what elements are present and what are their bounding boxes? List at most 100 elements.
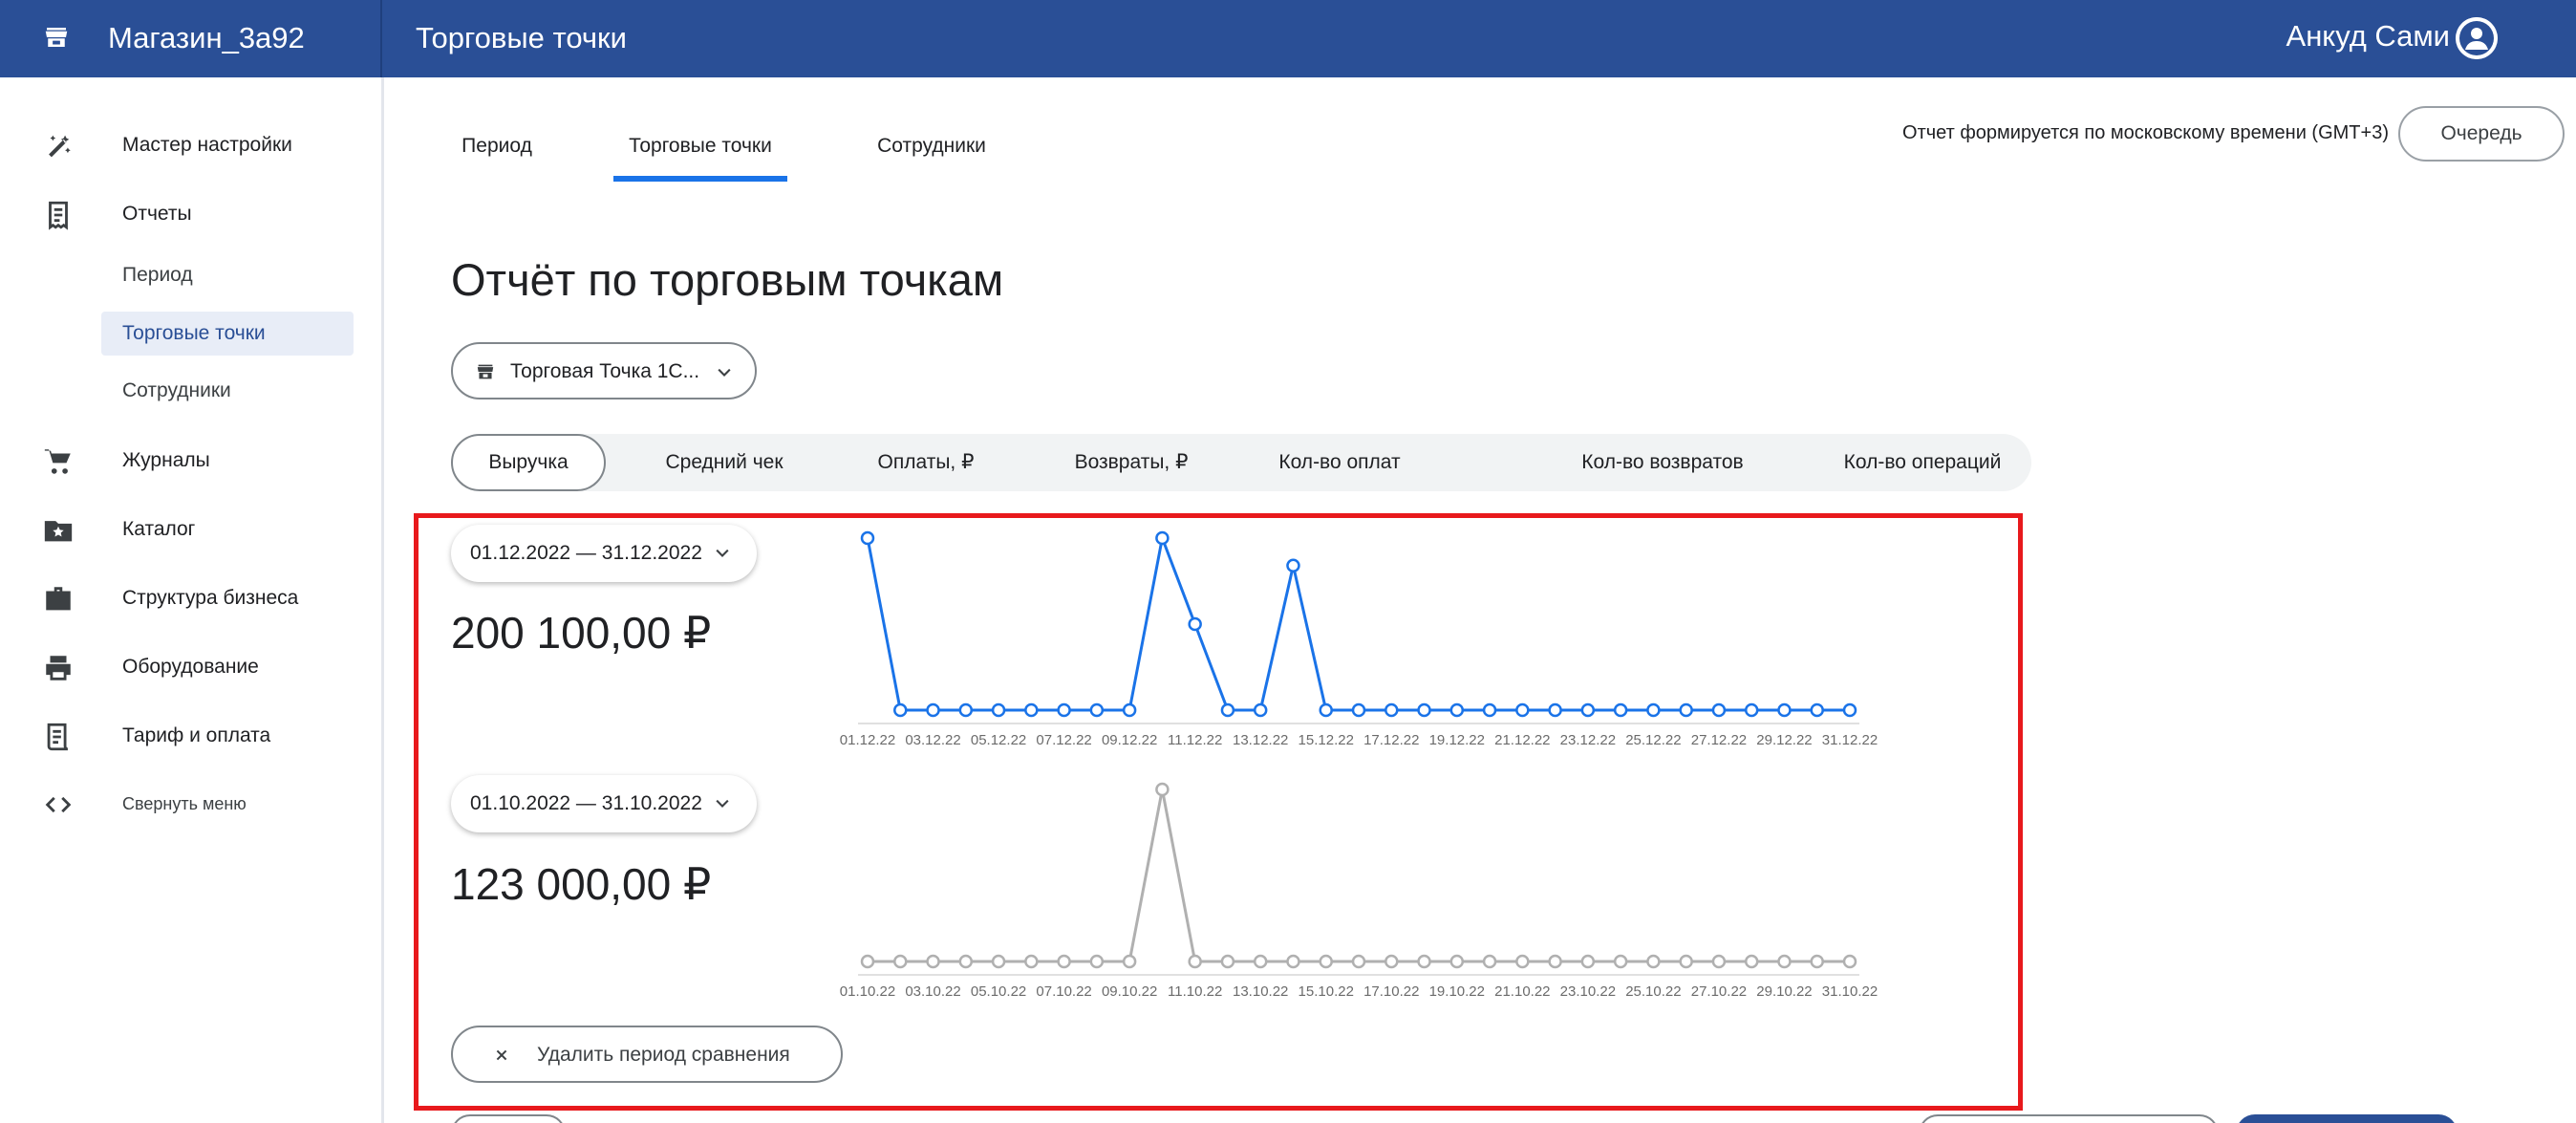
bottom-button[interactable] [1919,1114,2219,1123]
data-point[interactable] [1842,954,1857,969]
data-point[interactable] [1057,954,1071,969]
data-point[interactable] [1319,954,1333,969]
data-point[interactable] [1024,702,1039,718]
sidebar-subitem-employees[interactable]: Сотрудники [101,369,354,413]
data-point[interactable] [1417,954,1431,969]
data-point[interactable] [860,530,875,546]
data-point[interactable] [1253,702,1268,718]
data-point[interactable] [1580,954,1596,969]
period-date-range[interactable]: 01.12.2022 — 31.12.2022 [451,525,757,582]
metric-revenue[interactable]: Выручка [451,434,606,491]
user-name[interactable]: Анкуд Сами [2286,17,2450,55]
data-point[interactable] [1122,702,1137,718]
comparison-date-range[interactable]: 01.10.2022 — 31.10.2022 [451,775,757,832]
sidebar-subitem-trade-points[interactable]: Торговые точки [101,312,354,356]
data-point[interactable] [1482,702,1497,718]
data-point[interactable] [926,702,940,718]
tab-period[interactable]: Период [440,115,554,182]
data-point[interactable] [1319,702,1333,718]
data-point[interactable] [1548,702,1562,718]
data-point[interactable] [1810,954,1824,969]
bottom-primary-button[interactable] [2236,1114,2458,1123]
data-point[interactable] [860,954,875,969]
sidebar-item-catalog[interactable]: Каталог [0,501,380,558]
data-point[interactable] [1613,702,1628,718]
sidebar-item-business-structure[interactable]: Структура бизнеса [0,570,380,627]
tab-employees[interactable]: Сотрудники [850,115,1013,182]
data-point[interactable] [958,954,974,969]
data-point[interactable] [1188,954,1202,969]
data-point[interactable] [1188,616,1202,632]
data-point[interactable] [1286,954,1300,969]
store-icon[interactable] [42,23,71,52]
data-point[interactable] [1777,954,1792,969]
data-point[interactable] [1842,702,1857,718]
data-point[interactable] [1449,954,1465,969]
data-point[interactable] [1810,702,1824,718]
x-tick-label: 21.12.22 [1494,732,1550,748]
data-point[interactable] [1548,954,1562,969]
data-point[interactable] [1155,530,1170,546]
data-point[interactable] [1351,954,1366,969]
data-point[interactable] [1449,702,1465,718]
metric-refunds[interactable]: Возвраты, ₽ [1038,434,1225,491]
x-tick-label: 23.12.22 [1560,732,1616,748]
data-point[interactable] [1024,954,1039,969]
data-point[interactable] [1089,954,1105,969]
data-point[interactable] [1385,954,1399,969]
metric-operations-count[interactable]: Кол-во операций [1821,434,2024,491]
data-point[interactable] [991,954,1006,969]
data-point[interactable] [1613,954,1628,969]
data-point[interactable] [991,702,1006,718]
queue-button[interactable]: Очередь [2398,106,2565,162]
data-point[interactable] [1646,954,1661,969]
x-tick-label: 05.12.22 [971,732,1026,748]
data-point[interactable] [1646,702,1661,718]
data-point[interactable] [1711,954,1727,969]
trade-point-select[interactable]: Торговая Точка 1С... [451,342,757,400]
tab-trade-points[interactable]: Торговые точки [613,115,787,182]
data-point[interactable] [1744,702,1759,718]
data-point[interactable] [1515,702,1530,718]
close-icon [496,1049,507,1061]
data-point[interactable] [1515,954,1530,969]
data-point[interactable] [1089,702,1105,718]
data-point[interactable] [1711,702,1727,718]
sidebar-item-tariff[interactable]: Тариф и оплата [0,707,380,765]
data-point[interactable] [1286,558,1300,573]
data-point[interactable] [1385,702,1399,718]
data-point[interactable] [893,702,908,718]
metric-payments-count[interactable]: Кол-во оплат [1256,434,1424,491]
remove-comparison-button[interactable]: Удалить период сравнения [451,1026,843,1083]
data-point[interactable] [1351,702,1366,718]
data-point[interactable] [1253,954,1268,969]
data-point[interactable] [1220,702,1235,718]
data-point[interactable] [1417,702,1431,718]
metric-average-check[interactable]: Средний чек [638,434,810,491]
data-point[interactable] [1057,702,1071,718]
data-point[interactable] [893,954,908,969]
store-name[interactable]: Магазин_3а92 [108,19,305,57]
data-point[interactable] [926,954,940,969]
bottom-button[interactable] [451,1114,566,1123]
data-point[interactable] [958,702,974,718]
collapse-menu-button[interactable]: Свернуть меню [0,775,380,832]
data-point[interactable] [1777,702,1792,718]
data-point[interactable] [1679,954,1693,969]
data-point[interactable] [1122,954,1137,969]
avatar[interactable] [2456,17,2498,59]
sidebar-item-setup-wizard[interactable]: Мастер настройки [0,117,380,174]
metric-payments[interactable]: Оплаты, ₽ [848,434,1003,491]
sidebar-item-reports[interactable]: Отчеты [0,185,380,243]
data-point[interactable] [1482,954,1497,969]
data-point[interactable] [1220,954,1235,969]
data-point[interactable] [1679,702,1693,718]
metric-refunds-count[interactable]: Кол-во возвратов [1550,434,1775,491]
sidebar-subitem-period[interactable]: Период [101,253,354,297]
sidebar-item-journals[interactable]: Журналы [0,432,380,489]
x-tick-label: 09.10.22 [1102,983,1157,1000]
sidebar-item-equipment[interactable]: Оборудование [0,638,380,696]
data-point[interactable] [1744,954,1759,969]
data-point[interactable] [1580,702,1596,718]
data-point[interactable] [1155,782,1170,797]
